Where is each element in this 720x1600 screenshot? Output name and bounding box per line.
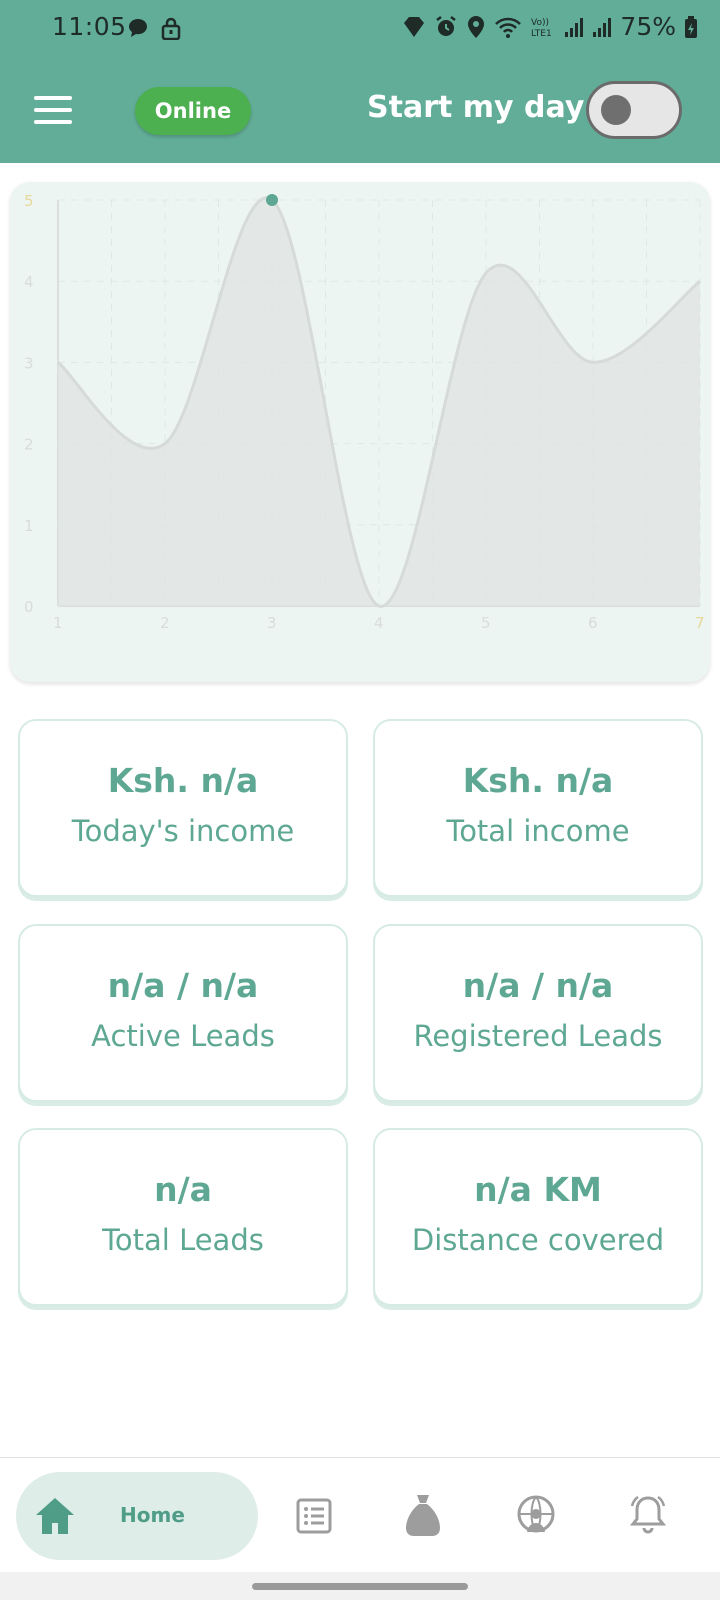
y-tick-label: 5 xyxy=(24,192,34,210)
stat-value: Ksh. n/a xyxy=(462,761,614,800)
stat-value: n/a xyxy=(154,1170,212,1209)
battery-percent: 75% xyxy=(620,12,676,41)
x-tick-label: 7 xyxy=(695,614,705,632)
wifi-icon xyxy=(495,17,522,38)
home-icon xyxy=(36,1498,74,1534)
chat-bubble-icon xyxy=(129,19,147,37)
volte-icon: Vo))LTE1 xyxy=(531,18,552,39)
start-day-label: Start my day xyxy=(367,90,585,125)
stat-card-active-leads[interactable]: n/a / n/a Active Leads xyxy=(18,924,348,1102)
nav-home-button[interactable]: Home xyxy=(16,1472,258,1560)
online-status-pill: Online xyxy=(135,87,251,135)
x-tick-label: 3 xyxy=(267,614,277,632)
stat-label: Distance covered xyxy=(411,1223,665,1257)
y-tick-label: 4 xyxy=(24,273,34,291)
status-time: 11:05 xyxy=(52,12,127,41)
stat-card-distance-covered[interactable]: n/a KM Distance covered xyxy=(373,1128,703,1306)
bell-icon[interactable] xyxy=(628,1494,668,1536)
stat-label: Registered Leads xyxy=(413,1019,663,1053)
bottom-nav: Home xyxy=(0,1457,720,1572)
x-tick-label: 4 xyxy=(374,614,384,632)
stat-label: Total income xyxy=(446,814,630,848)
x-tick-label: 5 xyxy=(481,614,491,632)
x-tick-label: 6 xyxy=(588,614,598,632)
diamond-icon xyxy=(404,16,425,37)
globe-person-icon[interactable] xyxy=(516,1494,556,1536)
stat-label: Active Leads xyxy=(91,1019,275,1053)
x-tick-label: 1 xyxy=(53,614,63,632)
stat-label: Today's income xyxy=(71,814,295,848)
stat-value: n/a KM xyxy=(474,1170,602,1209)
signal-icon xyxy=(565,17,584,37)
status-right-icons: Vo)) LTE1 75% xyxy=(402,12,698,41)
stat-value: Ksh. n/a xyxy=(107,761,259,800)
y-tick-label: 0 xyxy=(24,598,34,616)
stat-label: Total Leads xyxy=(102,1223,264,1257)
location-icon xyxy=(468,15,485,38)
data-point xyxy=(266,194,278,206)
money-bag-icon[interactable] xyxy=(404,1493,442,1537)
svg-text:Vo)): Vo)) xyxy=(531,18,549,28)
income-chart: 0 1 2 3 4 5 1 2 3 4 5 6 7 xyxy=(10,182,710,682)
x-tick-label: 2 xyxy=(160,614,170,632)
gesture-bar[interactable] xyxy=(252,1583,468,1590)
series-area xyxy=(58,197,700,607)
status-left-icons xyxy=(126,16,182,40)
stat-card-todays-income[interactable]: Ksh. n/a Today's income xyxy=(18,719,348,897)
y-tick-label: 1 xyxy=(24,517,34,535)
toggle-knob xyxy=(601,95,631,125)
app-header: 11:05 Vo)) LTE1 75% Online Start my day xyxy=(0,0,720,163)
stat-card-total-leads[interactable]: n/a Total Leads xyxy=(18,1128,348,1306)
battery-icon xyxy=(685,15,697,38)
gesture-area xyxy=(0,1572,720,1600)
svg-text:LTE1: LTE1 xyxy=(531,29,552,39)
signal-icon xyxy=(593,17,612,37)
alarm-icon xyxy=(436,15,457,36)
stat-card-total-income[interactable]: Ksh. n/a Total income xyxy=(373,719,703,897)
stat-value: n/a / n/a xyxy=(462,966,614,1005)
start-day-toggle[interactable] xyxy=(586,81,682,139)
y-tick-label: 3 xyxy=(24,354,34,372)
chart-svg: 0 1 2 3 4 5 1 2 3 4 5 6 7 xyxy=(24,192,705,632)
nav-home-label: Home xyxy=(120,1503,185,1527)
stat-value: n/a / n/a xyxy=(107,966,259,1005)
hamburger-icon[interactable] xyxy=(34,96,72,124)
stat-card-registered-leads[interactable]: n/a / n/a Registered Leads xyxy=(373,924,703,1102)
lock-icon xyxy=(161,17,181,40)
list-icon[interactable] xyxy=(296,1498,332,1534)
y-tick-label: 2 xyxy=(24,436,34,454)
